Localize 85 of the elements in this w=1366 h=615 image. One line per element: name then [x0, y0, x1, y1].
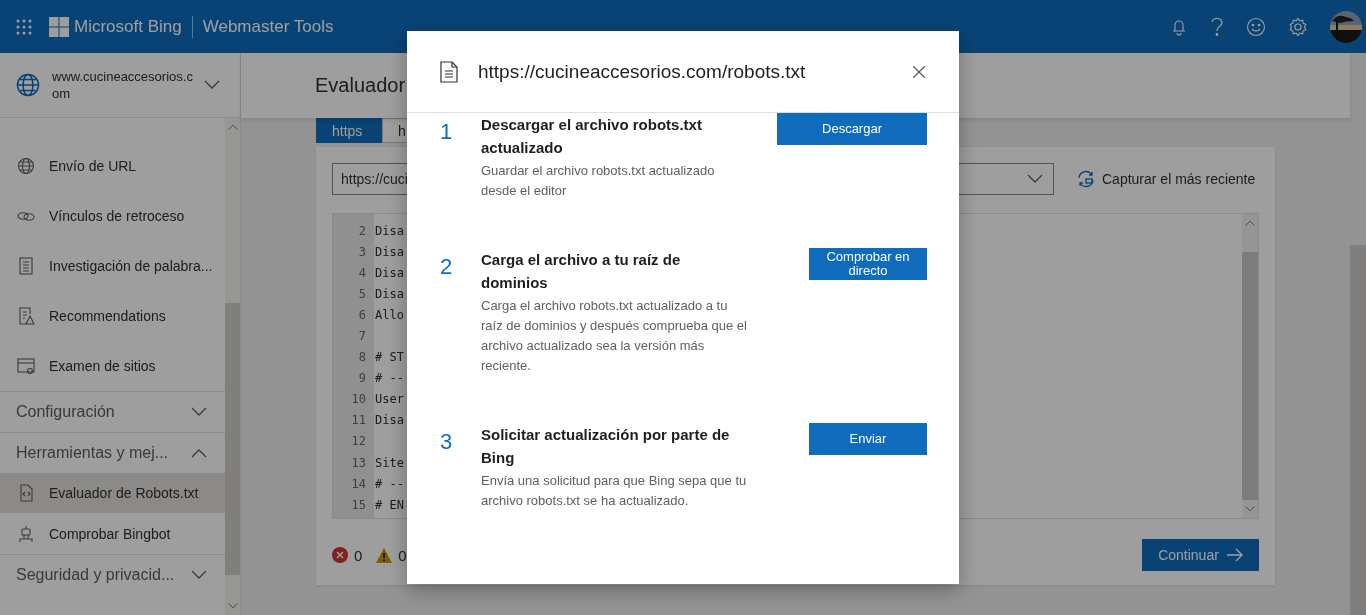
code-line: Disa	[374, 413, 404, 428]
document-icon	[440, 60, 458, 83]
sidebar-item[interactable]: Comprobar Bingbot	[0, 513, 225, 554]
report-icon	[16, 306, 36, 326]
line-number: 5	[357, 286, 367, 301]
line-number: 6	[357, 307, 367, 322]
scroll-up-icon	[227, 122, 238, 132]
code-line: User	[374, 392, 404, 407]
dialog-title: https://cucineaccesorios.com/robots.txt	[478, 60, 807, 83]
collapse-chevron-icon	[191, 448, 207, 458]
step-action-button[interactable]: Comprobar en directo	[809, 248, 927, 280]
step-number: 1	[440, 118, 454, 145]
line-number: 12	[350, 434, 367, 449]
close-icon	[913, 65, 925, 78]
code-line: Allo	[374, 307, 404, 322]
line-number: 14	[350, 476, 367, 491]
scroll-up-icon	[1245, 218, 1255, 228]
code-line: # EN	[374, 497, 404, 512]
continue-button[interactable]: Continuar	[1142, 539, 1259, 571]
line-number: 3	[357, 244, 367, 259]
expand-chevron-icon	[191, 407, 207, 417]
globe-icon	[16, 156, 36, 176]
line-number: 9	[357, 371, 367, 386]
app-launcher-icon[interactable]	[16, 18, 32, 35]
step-action-button[interactable]: Descargar	[777, 113, 927, 145]
code-line: Disa	[374, 286, 404, 301]
line-number: 15	[350, 497, 367, 512]
scroll-down-icon	[1245, 504, 1255, 514]
scrollbar[interactable]	[225, 118, 240, 615]
line-number: 13	[350, 455, 367, 470]
line-number: 11	[350, 413, 367, 428]
error-icon	[332, 547, 348, 563]
robot-icon	[16, 523, 36, 544]
code-line: Disa	[374, 223, 404, 238]
warning-count: 0	[398, 546, 407, 564]
scroll-down-icon	[227, 601, 238, 611]
code-line: # --	[374, 476, 404, 491]
code-line: # ST	[374, 350, 404, 365]
site-selector[interactable]: www.cucineaccesorios.com	[0, 53, 240, 118]
expand-chevron-icon	[191, 570, 207, 580]
step-number: 2	[440, 253, 454, 280]
globe-icon	[14, 71, 42, 99]
sidebar-item[interactable]: Examen de sitios	[0, 341, 225, 391]
step-title: Carga el archivo a tu raíz de dominios	[481, 250, 682, 293]
step-title: Descargar el archivo robots.txt actualizado	[481, 115, 703, 158]
code-line: Disa	[374, 244, 404, 259]
sidebar-item[interactable]: Vínculos de retroceso	[0, 191, 225, 241]
capture-button[interactable]: Capturar el más reciente	[1076, 170, 1256, 188]
brand-name: Microsoft Bing	[74, 16, 182, 37]
page-title: Evaluador	[315, 74, 406, 97]
help-icon[interactable]	[1210, 16, 1224, 37]
step-action-button[interactable]: Enviar	[809, 423, 927, 455]
line-number: 8	[357, 350, 367, 365]
step-description: Envía una solicitud para que Bing sepa que tu archivo robots.txt se ha actualizado.	[481, 472, 748, 510]
scrollbar[interactable]	[1242, 214, 1258, 518]
close-button[interactable]	[913, 65, 925, 78]
sidebar-item[interactable]: Evaluador de Robots.txt	[0, 473, 225, 513]
notification-bell-icon[interactable]	[1170, 17, 1188, 36]
line-number: 10	[350, 392, 367, 407]
line-number: 2	[357, 223, 367, 238]
step-description: Carga el archivo robots.txt actualizado a tu raíz de dominios y después comprueba que el archivo actualizado sea la versión más reciente.	[481, 297, 748, 375]
document-icon	[16, 256, 36, 276]
code-line: Disa	[374, 265, 404, 280]
dropdown-chevron-icon	[1027, 174, 1043, 184]
sidebar-item[interactable]: Investigación de palabra...	[0, 241, 225, 291]
code-line: Site	[374, 455, 404, 470]
step-description: Guardar el archivo robots.txt actualizado desde el editor	[481, 162, 716, 200]
step-number: 3	[440, 428, 454, 455]
settings-icon[interactable]	[1288, 16, 1308, 37]
protocol-tab[interactable]: https	[316, 118, 382, 143]
line-number: 4	[357, 265, 367, 280]
step-title: Solicitar actualización por parte de Bing	[481, 425, 731, 468]
code-line: # --	[374, 371, 404, 386]
dropdown-chevron-icon	[204, 80, 220, 90]
sidebar-item[interactable]: Envío de URL	[0, 141, 225, 191]
screen-icon	[16, 356, 36, 376]
product-name: Webmaster Tools	[202, 16, 334, 37]
line-number: 7	[357, 329, 367, 343]
sidebar-item[interactable]: Recommendations	[0, 291, 225, 341]
arrow-right-icon	[1226, 548, 1243, 562]
warning-icon	[376, 547, 393, 563]
error-count: 0	[354, 546, 363, 564]
windows-logo-icon	[49, 16, 69, 37]
smiley-icon[interactable]	[1246, 16, 1266, 37]
refresh-icon	[1076, 170, 1096, 188]
